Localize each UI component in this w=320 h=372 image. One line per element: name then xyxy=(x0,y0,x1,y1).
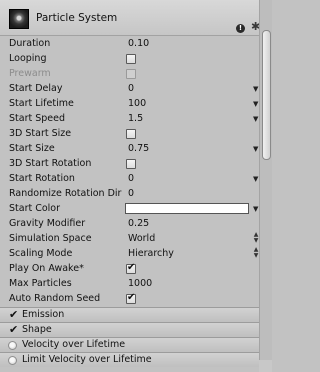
dropdown-arrow-icon[interactable]: ▼ xyxy=(253,83,258,95)
randomize-rotation-dir-value[interactable]: 0 xyxy=(128,188,134,199)
field-label: Prewarm xyxy=(9,68,51,79)
help-icon[interactable]: ! xyxy=(236,24,245,33)
field-row-start-rotation: Start Rotation 0 ▼ xyxy=(0,172,259,187)
start-speed-value[interactable]: 1.5 xyxy=(128,113,143,124)
field-label: Start Delay xyxy=(9,83,63,94)
max-particles-value[interactable]: 1000 xyxy=(128,278,152,289)
scroll-corner xyxy=(259,360,272,372)
gravity-modifier-value[interactable]: 0.25 xyxy=(128,218,149,229)
simulation-space-value[interactable]: World xyxy=(128,233,155,244)
field-label: Simulation Space xyxy=(9,233,92,244)
checkmark-icon: ✔ xyxy=(127,262,136,273)
dropdown-arrow-icon[interactable]: ▼ xyxy=(253,98,258,110)
module-velocity-over-lifetime[interactable]: Velocity over Lifetime xyxy=(0,337,259,352)
field-label: Start Speed xyxy=(9,113,66,124)
module-label: Velocity over Lifetime xyxy=(22,339,126,350)
dropdown-arrow-icon[interactable]: ▼ xyxy=(253,203,258,215)
module-enabled-check-icon[interactable]: ✔ xyxy=(9,323,18,337)
field-label: Auto Random Seed xyxy=(9,293,101,304)
inspector-panel: Particle System ! ✱ Duration 0.10 Looping P… xyxy=(0,0,259,372)
field-row-gravity-modifier: Gravity Modifier 0.25 xyxy=(0,217,259,232)
particle-system-icon xyxy=(9,9,29,29)
module-toggle-icon[interactable] xyxy=(8,356,17,365)
field-label: Max Particles xyxy=(9,278,72,289)
module-label: Shape xyxy=(22,324,52,335)
component-title: Particle System xyxy=(36,12,118,24)
prewarm-checkbox xyxy=(126,69,136,79)
field-row-prewarm: Prewarm xyxy=(0,67,259,82)
module-label: Emission xyxy=(22,309,65,320)
dropdown-arrow-icon[interactable]: ▼ xyxy=(253,143,258,155)
module-toggle-icon[interactable] xyxy=(8,341,17,350)
field-label: Randomize Rotation Dir xyxy=(9,188,122,199)
start-color-swatch[interactable] xyxy=(125,203,249,214)
field-label: Play On Awake* xyxy=(9,263,84,274)
field-row-3d-start-size: 3D Start Size xyxy=(0,127,259,142)
field-label: Looping xyxy=(9,53,47,64)
field-row-simulation-space: Simulation Space World ▲ ▼ xyxy=(0,232,259,247)
field-row-start-speed: Start Speed 1.5 ▼ xyxy=(0,112,259,127)
duration-value[interactable]: 0.10 xyxy=(128,38,149,49)
field-row-max-particles: Max Particles 1000 xyxy=(0,277,259,292)
field-row-duration: Duration 0.10 xyxy=(0,37,259,52)
component-header[interactable]: Particle System ! ✱ xyxy=(0,0,259,36)
vertical-scrollbar[interactable] xyxy=(259,0,272,372)
field-row-auto-random-seed: Auto Random Seed ✔ xyxy=(0,292,259,307)
gear-icon[interactable]: ✱ xyxy=(251,21,259,33)
scrollbar-thumb[interactable] xyxy=(262,30,271,160)
scaling-mode-value[interactable]: Hierarchy xyxy=(128,248,174,259)
field-row-randomize-rotation-dir: Randomize Rotation Dir 0 xyxy=(0,187,259,202)
3d-start-size-checkbox[interactable] xyxy=(126,129,136,139)
checkmark-icon: ✔ xyxy=(127,292,136,303)
field-label: 3D Start Size xyxy=(9,128,72,139)
field-label: Start Lifetime xyxy=(9,98,74,109)
start-lifetime-value[interactable]: 100 xyxy=(128,98,146,109)
start-rotation-value[interactable]: 0 xyxy=(128,173,134,184)
dropdown-arrow-icon[interactable]: ▼ xyxy=(253,173,258,185)
3d-start-rotation-checkbox[interactable] xyxy=(126,159,136,169)
field-label: Duration xyxy=(9,38,51,49)
module-emission[interactable]: ✔ Emission xyxy=(0,307,259,322)
module-limit-velocity-over-lifetime[interactable]: Limit Velocity over Lifetime xyxy=(0,352,259,367)
field-row-start-delay: Start Delay 0 ▼ xyxy=(0,82,259,97)
start-delay-value[interactable]: 0 xyxy=(128,83,134,94)
field-row-start-color: Start Color ▼ xyxy=(0,202,259,217)
field-row-looping: Looping xyxy=(0,52,259,67)
field-label: Gravity Modifier xyxy=(9,218,86,229)
field-row-start-size: Start Size 0.75 ▼ xyxy=(0,142,259,157)
module-enabled-check-icon[interactable]: ✔ xyxy=(9,308,18,322)
field-row-3d-start-rotation: 3D Start Rotation xyxy=(0,157,259,172)
field-label: Start Size xyxy=(9,143,55,154)
looping-checkbox[interactable] xyxy=(126,54,136,64)
module-label: Limit Velocity over Lifetime xyxy=(22,354,152,365)
start-size-value[interactable]: 0.75 xyxy=(128,143,149,154)
field-label: 3D Start Rotation xyxy=(9,158,92,169)
play-on-awake-checkbox[interactable]: ✔ xyxy=(126,262,136,274)
field-label: Start Color xyxy=(9,203,61,214)
field-label: Scaling Mode xyxy=(9,248,73,259)
field-row-start-lifetime: Start Lifetime 100 ▼ xyxy=(0,97,259,112)
field-label: Start Rotation xyxy=(9,173,75,184)
field-row-scaling-mode: Scaling Mode Hierarchy ▲ ▼ xyxy=(0,247,259,262)
field-row-play-on-awake: Play On Awake* ✔ xyxy=(0,262,259,277)
auto-random-seed-checkbox[interactable]: ✔ xyxy=(126,292,136,304)
module-shape[interactable]: ✔ Shape xyxy=(0,322,259,337)
dropdown-arrow-icon[interactable]: ▼ xyxy=(253,113,258,125)
